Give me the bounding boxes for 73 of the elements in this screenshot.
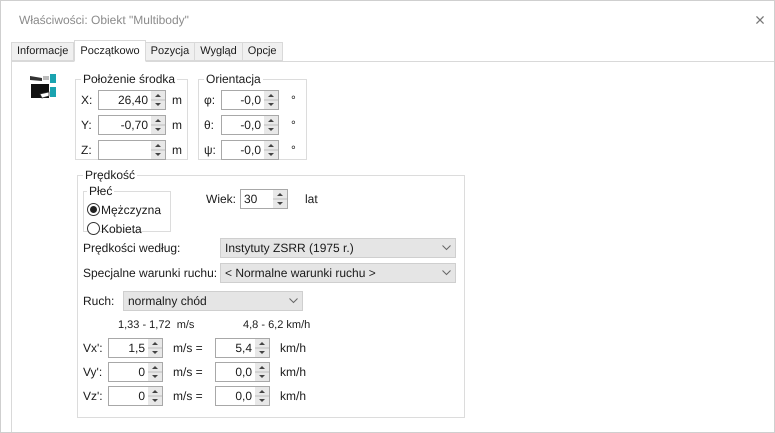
spin-field[interactable]: 0 <box>108 386 163 406</box>
spin-buttons-icon[interactable] <box>255 338 269 356</box>
spin-field[interactable]: -0,0 <box>221 115 279 135</box>
spin-buttons-icon[interactable] <box>151 91 165 109</box>
unit-label: ° <box>291 92 296 109</box>
window-title: Właściwości: Obiekt "Multibody" <box>19 12 189 29</box>
spin-field[interactable]: 0,0 <box>215 362 270 382</box>
field-label: Ruch: <box>83 293 116 310</box>
spin-field[interactable]: 0,0 <box>215 386 270 406</box>
close-button[interactable]: × <box>750 11 770 29</box>
unit-label: km/h <box>280 340 306 356</box>
field-label: X: <box>81 92 94 109</box>
range-text: 4,8 - 6,2 km/h <box>243 318 310 333</box>
field-label: Wiek: <box>206 191 236 208</box>
field-label: Specjalne warunki ruchu: <box>83 265 218 282</box>
field-label: φ: <box>204 92 216 109</box>
unit-label: ° <box>291 117 296 134</box>
field-label: ψ: <box>204 142 217 159</box>
unit-label: km/h <box>280 364 306 380</box>
spin-field[interactable]: -0,0 <box>221 90 279 110</box>
unit-label: m <box>172 117 182 134</box>
tab[interactable]: Informacje <box>11 42 74 61</box>
unit-label: m <box>172 92 182 109</box>
unit-label: m <box>172 142 182 159</box>
unit-label: m/s = <box>173 364 204 380</box>
field-label: Vz': <box>83 388 104 404</box>
chevron-down-icon <box>289 298 298 304</box>
field-label: Y: <box>81 117 93 134</box>
range-text: 1,33 - 1,72 m/s <box>118 318 196 333</box>
spin-field[interactable]: 5,4 <box>215 338 270 358</box>
spin-field[interactable] <box>98 140 166 160</box>
group-title: Orientacja <box>205 71 262 88</box>
dropdown[interactable]: normalny chód <box>123 291 303 311</box>
chevron-down-icon <box>442 245 451 251</box>
group-title: Położenie środka <box>82 71 176 88</box>
spin-buttons-icon[interactable] <box>148 338 162 356</box>
spin-field[interactable]: 0 <box>108 362 163 382</box>
field-label: Prędkości według: <box>83 240 182 257</box>
field-label: θ: <box>204 117 216 134</box>
tab[interactable]: Początkowo <box>74 40 146 62</box>
field-label: Vy': <box>83 364 104 380</box>
spin-buttons-icon[interactable] <box>273 190 287 208</box>
spin-field[interactable]: 30 <box>240 189 288 209</box>
spin-buttons-icon[interactable] <box>151 141 165 159</box>
unit-label: m/s = <box>173 340 204 356</box>
radio-option[interactable]: Mężczyzna <box>87 200 167 219</box>
spin-buttons-icon[interactable] <box>264 141 278 159</box>
tab[interactable]: Pozycja <box>146 42 196 61</box>
chevron-down-icon <box>442 270 451 276</box>
unit-label: km/h <box>280 388 306 404</box>
field-label: Vx': <box>83 340 104 356</box>
spin-field[interactable]: -0,0 <box>221 140 279 160</box>
unit-label: lat <box>305 191 318 208</box>
spin-field[interactable]: 26,40 <box>98 90 166 110</box>
spin-buttons-icon[interactable] <box>151 116 165 134</box>
dropdown[interactable]: Instytuty ZSRR (1975 r.) <box>220 238 456 258</box>
tab[interactable]: Opcje <box>242 42 283 61</box>
radio-option[interactable]: Kobieta <box>87 219 167 238</box>
spin-buttons-icon[interactable] <box>255 362 269 380</box>
field-label: Z: <box>81 142 93 159</box>
spin-buttons-icon[interactable] <box>255 386 269 404</box>
spin-buttons-icon[interactable] <box>148 386 162 404</box>
spin-field[interactable]: 1,5 <box>108 338 163 358</box>
tab[interactable]: Wygląd <box>195 42 243 61</box>
spin-buttons-icon[interactable] <box>148 362 162 380</box>
spin-field[interactable]: -0,70 <box>98 115 166 135</box>
group-title: Płeć <box>88 183 114 200</box>
unit-label: ° <box>291 142 296 159</box>
unit-label: m/s = <box>173 388 204 404</box>
spin-buttons-icon[interactable] <box>264 116 278 134</box>
group-title: Prędkość <box>84 167 136 184</box>
dropdown[interactable]: < Normalne warunki ruchu > <box>220 263 456 283</box>
spin-buttons-icon[interactable] <box>264 91 278 109</box>
